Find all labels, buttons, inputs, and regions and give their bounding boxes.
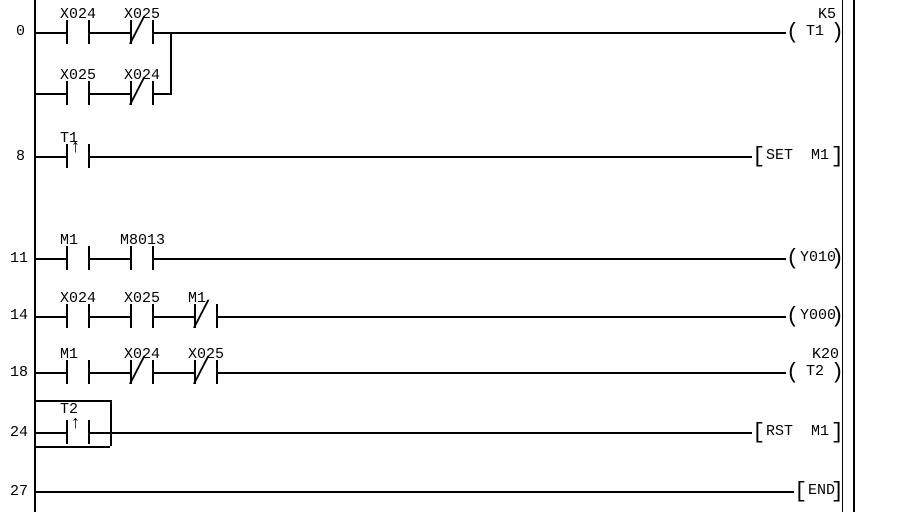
wire [170, 258, 786, 260]
wire [106, 432, 752, 434]
instruction-set: [ SET M1 ] [752, 147, 844, 169]
ladder-diagram: 0 X024 X025 ╱ K5 (T1) X025 X024 ╱ 8 T1 ↑… [0, 0, 900, 512]
wire [34, 432, 50, 434]
instruction-rst: [ RST M1 ] [752, 423, 844, 445]
step-number: 24 [10, 424, 28, 441]
step-number: 11 [10, 250, 28, 267]
contact-nc: ╱ [114, 358, 170, 386]
wire [234, 316, 786, 318]
wire [106, 372, 114, 374]
wire [106, 32, 114, 34]
contact-nc: ╱ [178, 302, 234, 330]
coil-output: (Y000) [786, 307, 844, 329]
contact-no [50, 302, 106, 330]
wire [106, 156, 752, 158]
wire [110, 400, 112, 446]
left-power-rail [34, 0, 36, 512]
wire [106, 316, 114, 318]
contact-no [114, 244, 170, 272]
wire [34, 316, 50, 318]
op: RST [766, 423, 793, 440]
wire [34, 491, 794, 493]
op: SET [766, 147, 793, 164]
wire [34, 93, 50, 95]
contact-nc: ╱ [178, 358, 234, 386]
wire [34, 446, 110, 448]
right-power-rail [853, 0, 855, 512]
contact-rising: ↑ [50, 142, 106, 170]
contact-no [50, 244, 106, 272]
step-number: 0 [16, 23, 25, 40]
step-number: 8 [16, 148, 25, 165]
wire [170, 316, 178, 318]
wire [34, 32, 50, 34]
wire [170, 32, 786, 34]
wire [234, 372, 786, 374]
step-number: 27 [10, 483, 28, 500]
wire [106, 93, 114, 95]
contact-rising: ↑ [50, 418, 106, 446]
contact-nc: ╱ [114, 79, 170, 107]
op-arg: M1 [811, 423, 829, 440]
instruction-end: [END] [794, 482, 844, 504]
wire [34, 258, 50, 260]
coil-output: (Y010) [786, 249, 844, 271]
wire [106, 258, 114, 260]
contact-no [50, 18, 106, 46]
coil-timer: (T1) [786, 23, 844, 45]
step-number: 18 [10, 364, 28, 381]
contact-nc: ╱ [114, 18, 170, 46]
op-arg: M1 [811, 147, 829, 164]
wire [34, 400, 110, 402]
contact-no [50, 79, 106, 107]
contact-no [50, 358, 106, 386]
coil-timer: (T2) [786, 363, 844, 385]
contact-no [114, 302, 170, 330]
wire [170, 372, 178, 374]
wire [34, 156, 50, 158]
step-number: 14 [10, 307, 28, 324]
wire [170, 32, 172, 95]
wire [34, 372, 50, 374]
